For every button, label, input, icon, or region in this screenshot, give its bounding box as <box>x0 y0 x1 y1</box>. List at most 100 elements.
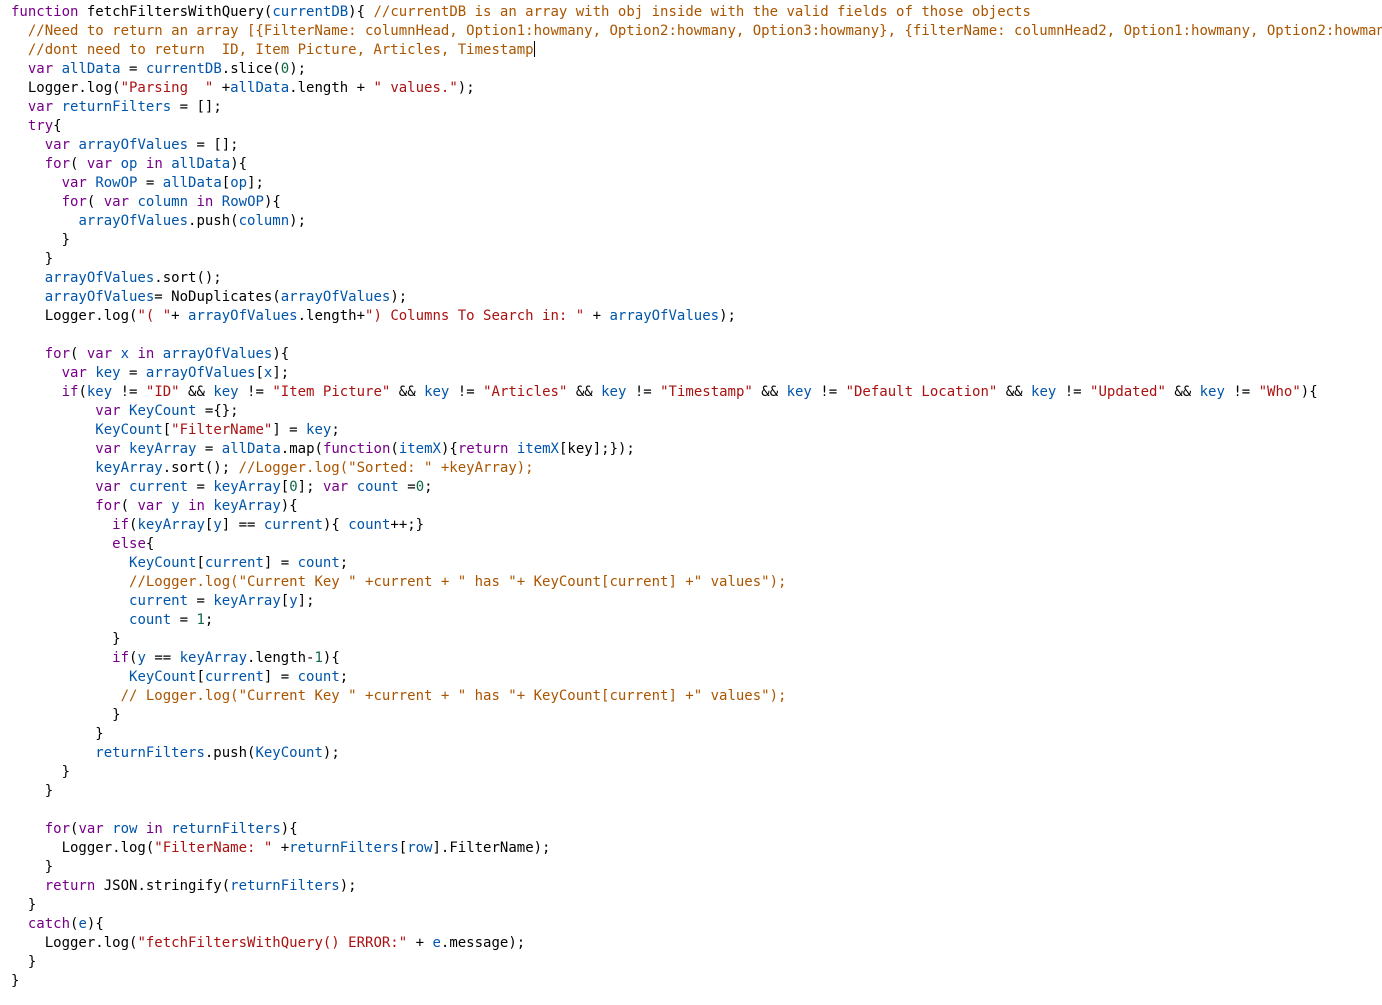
comment-token: //Need to return an array [{FilterName: … <box>27 23 1382 39</box>
code-line[interactable]: } <box>0 231 1382 250</box>
code-line[interactable]: } <box>0 972 1382 991</box>
code-line[interactable]: arrayOfValues.push(column); <box>0 212 1382 231</box>
plain-token: != <box>811 384 846 400</box>
code-line[interactable]: var KeyCount ={}; <box>0 402 1382 421</box>
code-line[interactable]: function fetchFiltersWithQuery(currentDB… <box>0 3 1382 22</box>
code-line[interactable]: Logger.log("( "+ arrayOfValues.length+")… <box>0 307 1382 326</box>
code-line[interactable]: } <box>0 725 1382 744</box>
keyword-token: var <box>95 441 121 457</box>
plain-token: ){ <box>280 498 298 514</box>
code-line[interactable] <box>0 801 1382 820</box>
variable-token: allData <box>230 80 290 96</box>
code-line[interactable]: for( var y in keyArray){ <box>0 497 1382 516</box>
code-line[interactable]: var keyArray = allData.map(function(item… <box>0 440 1382 459</box>
code-line[interactable]: return JSON.stringify(returnFilters); <box>0 877 1382 896</box>
code-line[interactable]: //Logger.log("Current Key " +current + "… <box>0 573 1382 592</box>
code-line[interactable]: else{ <box>0 535 1382 554</box>
code-line[interactable]: } <box>0 250 1382 269</box>
plain-token: ; <box>339 555 349 571</box>
code-line[interactable]: arrayOfValues= NoDuplicates(arrayOfValue… <box>0 288 1382 307</box>
code-line[interactable]: KeyCount[current] = count; <box>0 668 1382 687</box>
keyword-token: for <box>95 498 121 514</box>
code-line[interactable]: try{ <box>0 117 1382 136</box>
code-line[interactable]: var key = arrayOfValues[x]; <box>0 364 1382 383</box>
code-line[interactable]: } <box>0 630 1382 649</box>
keyword-token: try <box>27 118 54 134</box>
code-line[interactable]: var current = keyArray[0]; var count =0; <box>0 478 1382 497</box>
code-line[interactable]: KeyCount[current] = count; <box>0 554 1382 573</box>
code-line[interactable]: var returnFilters = []; <box>0 98 1382 117</box>
code-line[interactable]: } <box>0 763 1382 782</box>
variable-token: KeyCount <box>255 745 323 761</box>
plain-token: ); <box>322 745 340 761</box>
code-line[interactable]: } <box>0 706 1382 725</box>
plain-token: JSON.stringify( <box>95 878 231 894</box>
code-line[interactable] <box>0 326 1382 345</box>
code-line[interactable]: for(var row in returnFilters){ <box>0 820 1382 839</box>
code-line[interactable]: } <box>0 782 1382 801</box>
plain-token: = <box>188 593 214 609</box>
code-line[interactable]: //Need to return an array [{FilterName: … <box>0 22 1382 41</box>
plain-token: .sort(); <box>162 460 239 476</box>
keyword-token: in <box>196 194 214 210</box>
plain-token: } <box>11 973 20 989</box>
plain-token: } <box>11 897 37 913</box>
plain-token: } <box>11 954 37 970</box>
keyword-token: var <box>103 194 130 210</box>
variable-token: y <box>171 498 180 514</box>
code-line[interactable]: var allData = currentDB.slice(0); <box>0 60 1382 79</box>
code-line[interactable]: //dont need to return ID, Item Picture, … <box>0 41 1382 60</box>
variable-token: keyArray <box>95 460 163 476</box>
code-line[interactable]: var RowOP = allData[op]; <box>0 174 1382 193</box>
code-line[interactable]: } <box>0 953 1382 972</box>
code-line[interactable]: Logger.log("Parsing " +allData.length + … <box>0 79 1382 98</box>
code-line[interactable]: for( var x in arrayOfValues){ <box>0 345 1382 364</box>
code-line[interactable]: if(keyArray[y] == current){ count++;} <box>0 516 1382 535</box>
variable-token: row <box>112 821 138 837</box>
plain-token: Logger.log( <box>11 80 121 96</box>
code-line[interactable]: KeyCount["FilterName"] = key; <box>0 421 1382 440</box>
code-line[interactable]: if(key != "ID" && key != "Item Picture" … <box>0 383 1382 402</box>
variable-token: arrayOfValues <box>145 365 256 381</box>
code-line[interactable]: } <box>0 896 1382 915</box>
keyword-token: for <box>61 194 87 210</box>
code-line[interactable]: } <box>0 858 1382 877</box>
plain-token: [ <box>255 365 264 381</box>
comment-token: //Logger.log("Current Key " +current + "… <box>129 574 787 590</box>
code-line[interactable]: keyArray.sort(); //Logger.log("Sorted: "… <box>0 459 1382 478</box>
variable-token: current <box>129 593 189 609</box>
code-line[interactable]: arrayOfValues.sort(); <box>0 269 1382 288</box>
code-line[interactable]: count = 1; <box>0 611 1382 630</box>
plain-token: ); <box>289 61 307 77</box>
plain-token: + <box>213 80 231 96</box>
code-editor[interactable]: function fetchFiltersWithQuery(currentDB… <box>0 0 1382 1005</box>
code-line[interactable]: Logger.log("FilterName: " +returnFilters… <box>0 839 1382 858</box>
variable-token: x <box>120 346 130 362</box>
variable-token: KeyCount <box>129 403 197 419</box>
keyword-token: function <box>322 441 391 457</box>
plain-token: .message); <box>440 935 526 951</box>
code-line[interactable]: Logger.log("fetchFiltersWithQuery() ERRO… <box>0 934 1382 953</box>
plain-token: .map( <box>280 441 323 457</box>
code-line[interactable]: // Logger.log("Current Key " +current + … <box>0 687 1382 706</box>
code-line[interactable]: current = keyArray[y]; <box>0 592 1382 611</box>
variable-token: arrayOfValues <box>78 137 189 153</box>
plain-token: ] = <box>263 669 298 685</box>
code-line[interactable]: catch(e){ <box>0 915 1382 934</box>
plain-token: } <box>11 707 121 723</box>
code-line[interactable]: returnFilters.push(KeyCount); <box>0 744 1382 763</box>
keyword-token: var <box>61 175 87 191</box>
code-line[interactable]: var arrayOfValues = []; <box>0 136 1382 155</box>
code-line[interactable]: for( var op in allData){ <box>0 155 1382 174</box>
plain-token: ){ <box>263 194 281 210</box>
code-line[interactable]: if(y == keyArray.length-1){ <box>0 649 1382 668</box>
code-line[interactable]: for( var column in RowOP){ <box>0 193 1382 212</box>
